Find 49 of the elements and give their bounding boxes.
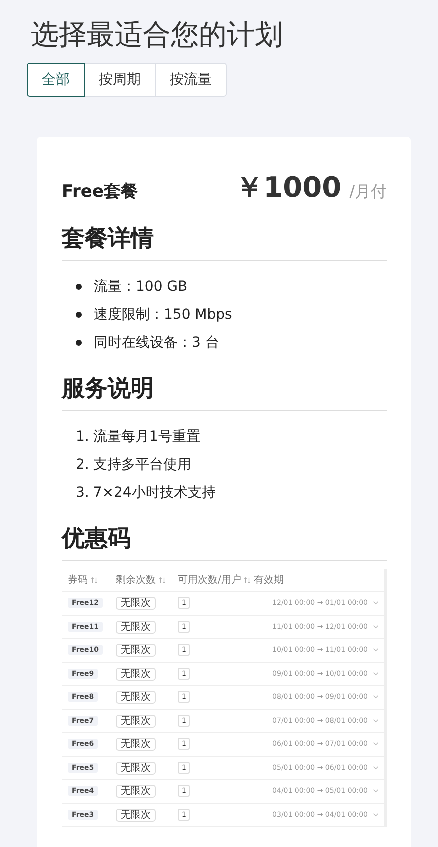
chevron-down-icon[interactable] xyxy=(373,624,379,629)
section-heading: 套餐详情 xyxy=(62,223,387,261)
filter-tab[interactable]: 按流量 xyxy=(155,63,227,97)
remaining-tag: 无限次 xyxy=(116,762,156,775)
bullet-icon xyxy=(76,312,82,318)
chevron-down-icon[interactable] xyxy=(373,742,379,746)
column-header: 剩余次数 xyxy=(116,574,156,587)
sort-icon[interactable] xyxy=(91,576,98,584)
list-number: 1. xyxy=(76,429,90,445)
remaining-tag: 无限次 xyxy=(116,785,156,798)
plan-name: Free套餐 xyxy=(62,181,139,203)
section-heading: 服务说明 xyxy=(62,373,387,411)
filter-tab[interactable]: 按周期 xyxy=(84,63,156,97)
remaining-tag: 无限次 xyxy=(116,714,156,728)
remaining-tag: 无限次 xyxy=(116,691,156,704)
detail-item: 同时在线设备：3 台 xyxy=(94,334,220,352)
remaining-tag: 无限次 xyxy=(116,738,156,752)
column-header: 有效期 xyxy=(254,574,284,587)
detail-item: 速度限制：150 Mbps xyxy=(94,306,232,324)
bullet-icon xyxy=(76,340,82,346)
plan-price: ￥1000 xyxy=(236,170,342,206)
service-item: 流量每月1号重置 xyxy=(93,428,200,446)
service-item: 7×24小时技术支持 xyxy=(93,484,216,502)
service-item: 支持多平台使用 xyxy=(93,456,192,474)
column-header: 券码 xyxy=(68,574,88,587)
remaining-tag: 无限次 xyxy=(116,644,156,658)
sort-icon[interactable] xyxy=(244,576,252,584)
bullet-icon xyxy=(76,284,82,290)
detail-item: 流量：100 GB xyxy=(94,278,188,296)
remaining-tag: 无限次 xyxy=(116,668,156,681)
chevron-down-icon[interactable] xyxy=(373,766,379,770)
chevron-down-icon[interactable] xyxy=(373,812,379,817)
list-number: 2. xyxy=(76,457,90,473)
column-header: 可用次数/用户 xyxy=(178,574,242,587)
filter-tab[interactable]: 全部 xyxy=(27,63,85,97)
section-heading: 优惠码 xyxy=(62,523,387,561)
list-number: 3. xyxy=(76,485,90,501)
chevron-down-icon[interactable] xyxy=(373,648,379,652)
remaining-tag: 无限次 xyxy=(116,597,156,610)
sort-icon[interactable] xyxy=(159,576,166,584)
billing-period: /月付 xyxy=(350,182,387,203)
remaining-tag: 无限次 xyxy=(116,620,156,634)
chevron-down-icon[interactable] xyxy=(373,672,379,676)
chevron-down-icon[interactable] xyxy=(373,789,379,794)
chevron-down-icon[interactable] xyxy=(373,718,379,723)
chevron-down-icon[interactable] xyxy=(373,695,379,700)
chevron-down-icon[interactable] xyxy=(373,601,379,606)
remaining-tag: 无限次 xyxy=(116,808,156,822)
page-title: 选择最适合您的计划 xyxy=(31,17,284,53)
